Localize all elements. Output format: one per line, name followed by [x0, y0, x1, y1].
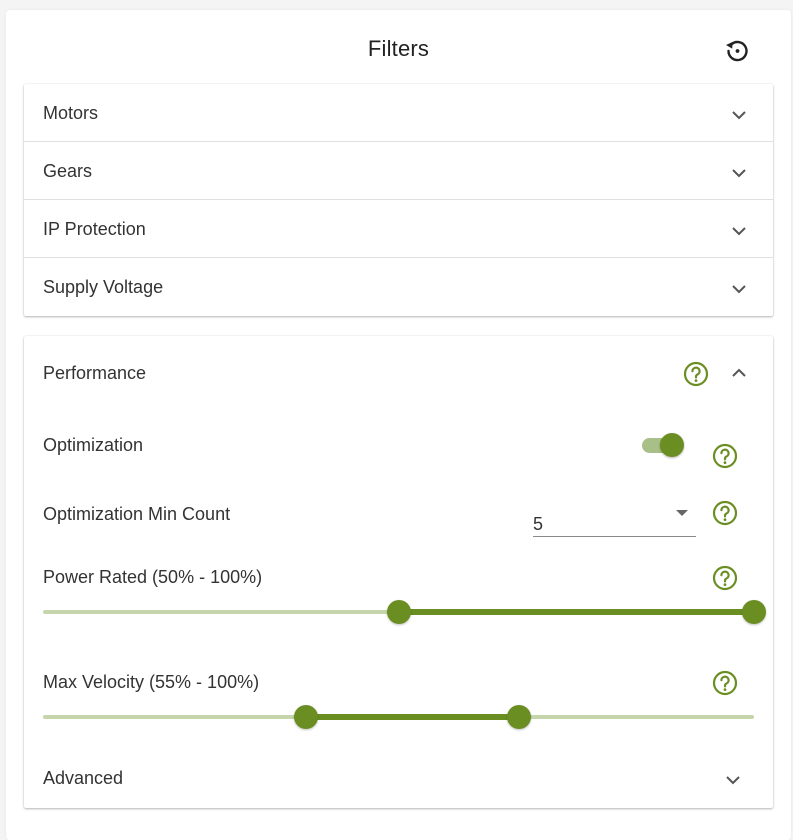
section-gears[interactable]: Gears	[24, 142, 773, 200]
section-ip-protection[interactable]: IP Protection	[24, 200, 773, 258]
slider-track	[398, 609, 754, 615]
dropdown-arrow-icon	[676, 510, 688, 516]
filter-sections: Motors Gears IP Protection Supply Voltag…	[24, 84, 773, 316]
section-supply-voltage[interactable]: Supply Voltage	[24, 258, 773, 315]
section-label: Supply Voltage	[43, 277, 164, 297]
max-velocity-help-button[interactable]	[712, 670, 738, 696]
select-value: 5	[533, 514, 544, 534]
toggle-thumb	[660, 433, 684, 457]
help-icon	[712, 670, 738, 696]
performance-title[interactable]: Performance	[43, 363, 146, 384]
optimization-help-button[interactable]	[712, 443, 738, 469]
chevron-up-icon[interactable]	[728, 362, 750, 384]
help-icon	[712, 565, 738, 591]
slider-min-thumb[interactable]	[386, 600, 411, 624]
chevron-down-icon	[732, 169, 746, 178]
filters-panel: Filters Motors Gears IP Protection Suppl…	[6, 10, 791, 840]
performance-help-button[interactable]	[683, 361, 709, 387]
section-motors[interactable]: Motors	[24, 84, 773, 142]
section-advanced[interactable]: Advanced	[24, 748, 773, 806]
power-rated-label: Power Rated (50% - 100%)	[43, 567, 263, 587]
section-label: Gears	[43, 161, 93, 181]
optimization-min-count-label: Optimization Min Count	[43, 504, 231, 524]
power-rated-help-button[interactable]	[712, 565, 738, 591]
slider-min-thumb[interactable]	[294, 705, 319, 729]
chevron-down-icon	[726, 776, 740, 785]
restore-icon	[726, 40, 748, 62]
max-velocity-slider[interactable]	[43, 704, 754, 730]
section-label: Motors	[43, 103, 99, 123]
advanced-label: Advanced	[43, 768, 124, 788]
help-icon	[683, 361, 709, 387]
slider-max-thumb[interactable]	[507, 705, 532, 729]
optimization-min-count-help-button[interactable]	[712, 500, 738, 526]
slider-track	[306, 714, 520, 720]
page-title: Filters	[367, 36, 430, 61]
section-performance: Performance Optimization Optimization Mi…	[24, 336, 773, 808]
chevron-down-icon	[732, 111, 746, 120]
filters-header: Filters	[6, 10, 791, 84]
chevron-down-icon	[732, 285, 746, 294]
slider-max-thumb[interactable]	[742, 600, 766, 624]
optimization-label: Optimization	[43, 435, 144, 455]
help-icon	[712, 443, 738, 469]
chevron-down-icon	[732, 227, 746, 236]
power-rated-slider[interactable]	[43, 599, 766, 625]
optimization-toggle[interactable]	[640, 432, 686, 458]
optimization-min-count-select[interactable]: 5	[533, 502, 696, 537]
help-icon	[712, 500, 738, 526]
reset-filters-button[interactable]	[722, 36, 752, 66]
max-velocity-label: Max Velocity (55% - 100%)	[43, 672, 260, 692]
section-label: IP Protection	[43, 219, 146, 239]
